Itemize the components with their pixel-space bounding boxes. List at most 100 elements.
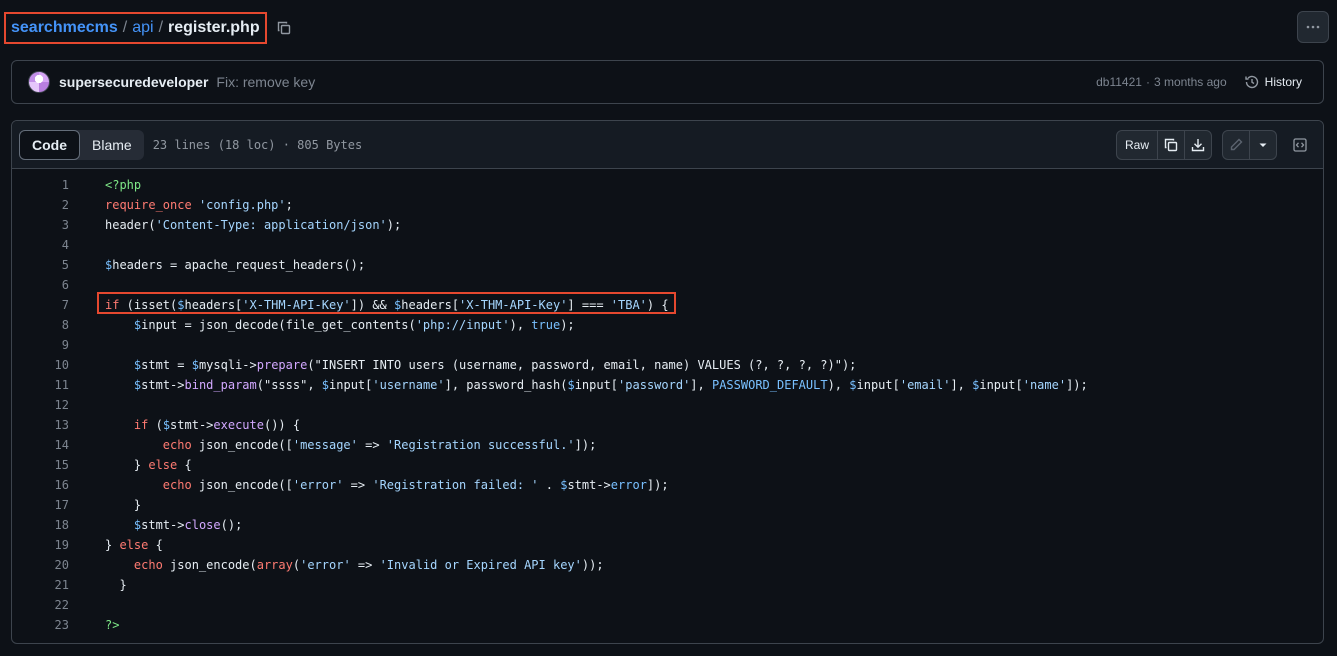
breadcrumb-repo-link[interactable]: searchmecms [11, 19, 118, 37]
copy-path-icon[interactable] [274, 18, 294, 38]
code-token: PASSWORD_DEFAULT [711, 378, 828, 392]
history-label: History [1264, 75, 1302, 89]
code-token: else [148, 458, 178, 472]
breadcrumb-separator: / [122, 19, 128, 36]
raw-button[interactable]: Raw [1117, 131, 1157, 159]
line-number[interactable]: 18 [12, 515, 69, 535]
breadcrumb-highlight-box: searchmecms / api / register.php [4, 12, 267, 44]
code-token: echo [133, 558, 163, 572]
commit-meta: db11421 · 3 months ago History [1096, 74, 1323, 90]
commit-meta-separator: · [1145, 75, 1150, 89]
line-number[interactable]: 17 [12, 495, 69, 515]
code-token: input[ [329, 378, 373, 392]
code-token: mysqli-> [198, 358, 257, 372]
code-line: 19} else { [12, 535, 1323, 555]
code-token: stmt-> [141, 378, 185, 392]
code-line: 4 [12, 235, 1323, 255]
line-content: $stmt = $mysqli->prepare("INSERT INTO us… [105, 355, 857, 375]
line-number[interactable]: 12 [12, 395, 69, 415]
line-content: if ($stmt->execute()) { [105, 415, 300, 435]
kebab-icon[interactable] [1297, 11, 1329, 43]
line-number[interactable]: 4 [12, 235, 69, 255]
line-number[interactable]: 16 [12, 475, 69, 495]
history-button[interactable]: History [1244, 74, 1302, 90]
copy-icon[interactable] [1157, 131, 1184, 159]
line-content: require_once 'config.php'; [105, 195, 293, 215]
code-token: true [531, 318, 561, 332]
line-number[interactable]: 8 [12, 315, 69, 335]
line-number[interactable]: 2 [12, 195, 69, 215]
line-number[interactable]: 20 [12, 555, 69, 575]
line-number[interactable]: 21 [12, 575, 69, 595]
line-number[interactable]: 14 [12, 435, 69, 455]
code-token: ); [386, 218, 402, 232]
code-token: 'php://input' [415, 318, 510, 332]
line-number[interactable]: 1 [12, 175, 69, 195]
tab-code[interactable]: Code [19, 129, 80, 160]
code-token: 'username' [372, 378, 445, 392]
line-content: echo json_encode(array('error' => 'Inval… [105, 555, 604, 575]
triangle-down-icon[interactable] [1249, 131, 1276, 159]
commit-time: 3 months ago [1153, 75, 1227, 89]
code-token: } [105, 458, 149, 472]
code-token: => [343, 478, 373, 492]
line-number[interactable]: 6 [12, 275, 69, 295]
commit-message[interactable]: Fix: remove key [216, 74, 315, 90]
breadcrumb-folder-link[interactable]: api [132, 19, 153, 37]
line-content: $headers = apache_request_headers(); [105, 255, 365, 275]
line-number[interactable]: 5 [12, 255, 69, 275]
code-token: ]); [1066, 378, 1088, 392]
code-token: ("INSERT INTO users (username, password,… [307, 358, 857, 372]
code-token: input = json_decode(file_get_contents( [141, 318, 416, 332]
commit-hash[interactable]: db11421 [1096, 75, 1142, 89]
code-symbols-icon[interactable] [1287, 131, 1313, 159]
code-token: ], [690, 378, 712, 392]
code-token: 'config.php' [198, 198, 286, 212]
code-token: } [105, 578, 127, 592]
code-line: 15 } else { [12, 455, 1323, 475]
line-number[interactable]: 9 [12, 335, 69, 355]
line-number[interactable]: 10 [12, 355, 69, 375]
line-number[interactable]: 22 [12, 595, 69, 615]
line-content: echo json_encode(['message' => 'Registra… [105, 435, 597, 455]
line-number[interactable]: 11 [12, 375, 69, 395]
line-number[interactable]: 15 [12, 455, 69, 475]
line-number[interactable]: 3 [12, 215, 69, 235]
code-token: ( [292, 558, 301, 572]
avatar[interactable] [28, 71, 50, 93]
line-number[interactable]: 23 [12, 615, 69, 635]
pencil-icon[interactable] [1223, 131, 1249, 159]
commit-author[interactable]: supersecuredeveloper [59, 74, 208, 90]
code-token: ?> [105, 618, 120, 632]
history-icon [1244, 75, 1258, 89]
code-token: json_encode( [162, 558, 257, 572]
breadcrumb-file-name: register.php [168, 19, 260, 36]
code-token: 'error' [300, 558, 351, 572]
code-token: 'name' [1022, 378, 1067, 392]
line-number[interactable]: 19 [12, 535, 69, 555]
code-token: . [538, 478, 561, 492]
line-content: } else { [105, 455, 192, 475]
code-line: 5 $headers = apache_request_headers(); [12, 255, 1323, 275]
code-line: 11 $stmt->bind_param("ssss", $input['use… [12, 375, 1323, 395]
code-line: 13 if ($stmt->execute()) { [12, 415, 1323, 435]
code-token: ], password_hash( [444, 378, 568, 392]
code-token: stmt-> [170, 418, 214, 432]
code-token: execute [213, 418, 264, 432]
code-token: 'email' [899, 378, 951, 392]
code-token: $ [849, 378, 857, 392]
line-number[interactable]: 13 [12, 415, 69, 435]
code-token: stmt = [141, 358, 192, 372]
code-token: 'password' [618, 378, 691, 392]
tab-blame[interactable]: Blame [80, 130, 144, 160]
code-line: 3 header('Content-Type: application/json'… [12, 215, 1323, 235]
code-body: 1 <?php 2 require_once 'config.php'; 3 header… [12, 169, 1323, 635]
code-token: $ [321, 378, 330, 392]
download-icon[interactable] [1184, 131, 1211, 159]
line-number[interactable]: 7 [12, 295, 69, 315]
